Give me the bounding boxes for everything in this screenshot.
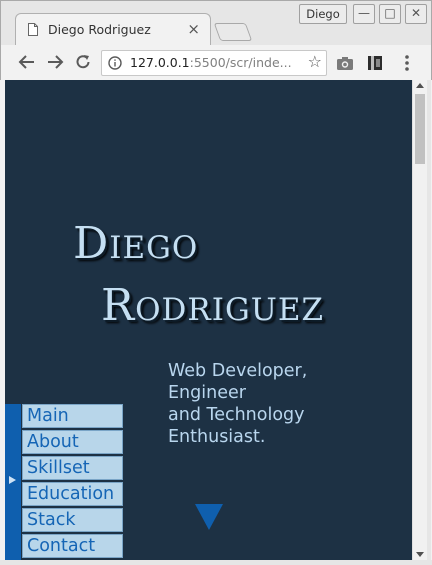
browser-chrome: Diego Rodriguez × Diego — □ ✕ 127.0.0.1:… — [0, 0, 432, 80]
close-tab-icon[interactable]: × — [187, 20, 200, 38]
forward-button[interactable] — [43, 50, 67, 74]
title-bar: Diego Rodriguez × Diego — □ ✕ — [1, 1, 431, 46]
nav-toggle-button[interactable] — [5, 404, 21, 560]
url-text: 127.0.0.1:5500/scr/inde... — [130, 55, 292, 70]
close-icon: ✕ — [410, 6, 422, 20]
play-triangle-icon — [9, 476, 16, 484]
hero-first-name: Diego — [73, 218, 199, 269]
tab-title: Diego Rodriguez — [48, 22, 151, 37]
browser-tab[interactable]: Diego Rodriguez × — [15, 13, 211, 46]
reload-icon — [76, 55, 90, 69]
scroll-down-icon[interactable] — [416, 552, 424, 557]
new-tab-button[interactable] — [213, 23, 253, 41]
hero-tagline: Web Developer, Engineer and Technology E… — [168, 360, 348, 448]
window-border-right — [427, 80, 431, 560]
profile-button[interactable]: Diego — [299, 4, 347, 24]
minimize-icon: — — [358, 6, 370, 20]
url-host: 127.0.0.1 — [130, 55, 190, 70]
star-icon[interactable]: ☆ — [308, 52, 322, 71]
nav-item-education[interactable]: Education — [22, 482, 123, 506]
vertical-scrollbar[interactable] — [412, 80, 427, 560]
nav-item-contact[interactable]: Contact — [22, 534, 123, 558]
address-bar[interactable]: 127.0.0.1:5500/scr/inde... ☆ — [101, 50, 327, 76]
scrollbar-thumb[interactable] — [415, 94, 425, 164]
scroll-up-icon[interactable] — [416, 83, 424, 88]
nav-item-stack[interactable]: Stack — [22, 508, 123, 532]
toolbar: 127.0.0.1:5500/scr/inde... ☆ — [1, 45, 431, 80]
scroll-down-arrow-icon[interactable] — [195, 504, 223, 530]
camera-icon[interactable] — [335, 53, 355, 73]
tagline-line: Engineer — [168, 383, 246, 403]
tagline-line: and Technology — [168, 405, 305, 425]
reload-button[interactable] — [71, 50, 95, 74]
nav-item-skillset[interactable]: Skillset — [22, 456, 123, 480]
page-viewport: Diego Rodriguez Web Developer, Engineer … — [5, 80, 412, 560]
close-window-button[interactable]: ✕ — [405, 4, 427, 24]
maximize-button[interactable]: □ — [379, 4, 401, 24]
minimize-button[interactable]: — — [353, 4, 375, 24]
nav-item-main[interactable]: Main — [22, 404, 123, 428]
nav-item-about[interactable]: About — [22, 430, 123, 454]
hero-last-name: Rodriguez — [101, 280, 325, 331]
window-border-bottom — [0, 560, 432, 565]
arrow-left-icon — [18, 55, 34, 69]
info-icon[interactable] — [108, 56, 122, 70]
arrow-right-icon — [48, 55, 64, 69]
url-path: :5500/scr/inde... — [189, 55, 292, 70]
tagline-line: Enthusiast. — [168, 427, 266, 447]
maximize-icon: □ — [384, 6, 396, 20]
side-nav-menu: Main About Skillset Education Stack Cont… — [22, 404, 123, 560]
tagline-line: Web Developer, — [168, 361, 308, 381]
back-button[interactable] — [15, 50, 39, 74]
page-icon — [28, 23, 38, 36]
kebab-menu-icon[interactable] — [397, 53, 417, 73]
extension-icon[interactable] — [365, 53, 385, 73]
